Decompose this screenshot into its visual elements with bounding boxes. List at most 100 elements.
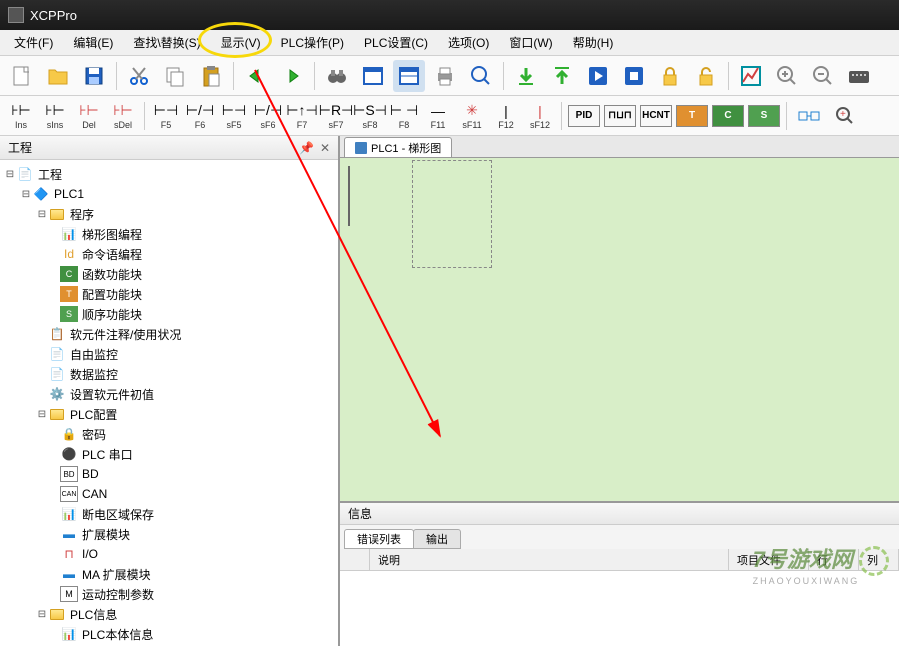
back-button[interactable] [240, 60, 272, 92]
svg-text:+: + [840, 109, 846, 120]
ladder-view[interactable]: 信息 错误列表 输出 说明 项目文件 行 列 [340, 158, 899, 646]
project-tree-panel: 工程 📌 ✕ ⊟📄工程 ⊟🔷PLC1 ⊟程序 📊梯形图编程 Id命令语编程 C函… [0, 136, 340, 646]
tree-program[interactable]: ⊟程序 [4, 204, 334, 224]
tree-ext-module[interactable]: ▬扩展模块 [4, 524, 334, 544]
print-button[interactable] [429, 60, 461, 92]
tree-password[interactable]: 🔒密码 [4, 424, 334, 444]
window2-icon[interactable] [393, 60, 425, 92]
keyboard-icon[interactable] [843, 60, 875, 92]
tree-plc-body-info[interactable]: 📊PLC本体信息 [4, 624, 334, 644]
forward-button[interactable] [276, 60, 308, 92]
app-icon [8, 7, 24, 23]
tree-data-monitor[interactable]: 📄数据监控 [4, 364, 334, 384]
ladder-f12[interactable]: |F12 [491, 102, 521, 130]
copy-button[interactable] [159, 60, 191, 92]
tab-errors[interactable]: 错误列表 [344, 529, 414, 549]
ladder-canvas[interactable] [340, 158, 899, 503]
tab-output[interactable]: 输出 [413, 529, 461, 549]
ladder-sf7[interactable]: ⊢R⊣sF7 [321, 102, 351, 130]
lock-button[interactable] [654, 60, 686, 92]
menu-plc-setting[interactable]: PLC设置(C) [354, 31, 438, 54]
s-button[interactable]: S [748, 105, 780, 127]
close-icon[interactable]: ✕ [320, 141, 330, 155]
ladder-sdel[interactable]: ⊦⊢sDel [108, 102, 138, 130]
cut-button[interactable] [123, 60, 155, 92]
ladder-sf12[interactable]: |sF12 [525, 102, 555, 130]
upload-button[interactable] [546, 60, 578, 92]
ladder-sf8[interactable]: ⊢S⊣sF8 [355, 102, 385, 130]
tree-bd[interactable]: BDBD [4, 464, 334, 484]
menu-plc-operate[interactable]: PLC操作(P) [271, 31, 354, 54]
ladder-del[interactable]: ⊦⊢Del [74, 102, 104, 130]
zoom-out-icon[interactable] [807, 60, 839, 92]
chart-icon[interactable] [735, 60, 767, 92]
tree-func-block[interactable]: C函数功能块 [4, 264, 334, 284]
zoom-in-icon[interactable] [771, 60, 803, 92]
binoculars-icon[interactable] [321, 60, 353, 92]
tree-cmd-prog[interactable]: Id命令语编程 [4, 244, 334, 264]
tree-plc-info[interactable]: ⊟PLC信息 [4, 604, 334, 624]
tree-can[interactable]: CANCAN [4, 484, 334, 504]
new-button[interactable] [6, 60, 38, 92]
tree-free-monitor[interactable]: 📄自由监控 [4, 344, 334, 364]
col-col: 列 [859, 549, 899, 570]
menu-find-replace[interactable]: 查找\替换(S) [123, 31, 210, 54]
tree-plc-config[interactable]: ⊟PLC配置 [4, 404, 334, 424]
tree-body[interactable]: ⊟📄工程 ⊟🔷PLC1 ⊟程序 📊梯形图编程 Id命令语编程 C函数功能块 T配… [0, 160, 338, 646]
tree-ladder-prog[interactable]: 📊梯形图编程 [4, 224, 334, 244]
ladder-sf5[interactable]: ⊢⊣sF5 [219, 102, 249, 130]
tree-motion[interactable]: M运动控制参数 [4, 584, 334, 604]
ladder-toolbar: ⊦⊢Ins ⊦⊢sIns ⊦⊢Del ⊦⊢sDel ⊢⊣F5 ⊢/⊣F6 ⊢⊣s… [0, 96, 899, 136]
tree-set-init[interactable]: ⚙️设置软元件初值 [4, 384, 334, 404]
ladder-sf11[interactable]: ✳sF11 [457, 102, 487, 130]
c-button[interactable]: C [712, 105, 744, 127]
tree-plc-serial[interactable]: ⚫PLC 串口 [4, 444, 334, 464]
unlock-button[interactable] [690, 60, 722, 92]
pin-icon[interactable]: 📌 [299, 141, 314, 155]
menu-options[interactable]: 选项(O) [438, 31, 499, 54]
ladder-sf6[interactable]: ⊢/⊣sF6 [253, 102, 283, 130]
ladder-f11[interactable]: —F11 [423, 102, 453, 130]
zoom-icon[interactable] [465, 60, 497, 92]
stop-button[interactable] [618, 60, 650, 92]
link-icon[interactable] [793, 100, 825, 132]
zoom-plus-icon[interactable]: + [829, 100, 861, 132]
main-toolbar [0, 56, 899, 96]
menu-edit[interactable]: 编辑(E) [63, 31, 123, 54]
hcnt-button[interactable]: HCNT [640, 105, 672, 127]
ladder-f8[interactable]: ⊢ ⊣F8 [389, 102, 419, 130]
tab-title: PLC1 - 梯形图 [371, 140, 441, 156]
paste-button[interactable] [195, 60, 227, 92]
ladder-f6[interactable]: ⊢/⊣F6 [185, 102, 215, 130]
ladder-sins[interactable]: ⊦⊢sIns [40, 102, 70, 130]
download-button[interactable] [510, 60, 542, 92]
menu-file[interactable]: 文件(F) [4, 31, 63, 54]
pid-button[interactable]: PID [568, 105, 600, 127]
menu-window[interactable]: 窗口(W) [499, 31, 562, 54]
pulse-button[interactable]: ⊓⊔⊓ [604, 105, 636, 127]
app-title: XCPPro [30, 8, 77, 23]
tree-header-title: 工程 [8, 139, 32, 156]
col-desc: 说明 [370, 549, 729, 570]
menu-view[interactable]: 显示(V) [211, 31, 271, 54]
ladder-f7[interactable]: ⊢↑⊣F7 [287, 102, 317, 130]
tree-io[interactable]: ⊓I/O [4, 544, 334, 564]
open-button[interactable] [42, 60, 74, 92]
ladder-f5[interactable]: ⊢⊣F5 [151, 102, 181, 130]
save-button[interactable] [78, 60, 110, 92]
tree-comment[interactable]: 📋软元件注释/使用状况 [4, 324, 334, 344]
tree-ma-ext[interactable]: ▬MA 扩展模块 [4, 564, 334, 584]
ladder-ins[interactable]: ⊦⊢Ins [6, 102, 36, 130]
tree-config-block[interactable]: T配置功能块 [4, 284, 334, 304]
tab-ladder[interactable]: PLC1 - 梯形图 [344, 137, 452, 157]
tree-header: 工程 📌 ✕ [0, 136, 338, 160]
window-icon[interactable] [357, 60, 389, 92]
tree-root[interactable]: ⊟📄工程 [4, 164, 334, 184]
t-button[interactable]: T [676, 105, 708, 127]
tree-plc1[interactable]: ⊟🔷PLC1 [4, 184, 334, 204]
titlebar: XCPPro [0, 0, 899, 30]
menu-help[interactable]: 帮助(H) [563, 31, 624, 54]
run-button[interactable] [582, 60, 614, 92]
tree-poweroff[interactable]: 📊断电区域保存 [4, 504, 334, 524]
tree-seq-block[interactable]: S顺序功能块 [4, 304, 334, 324]
